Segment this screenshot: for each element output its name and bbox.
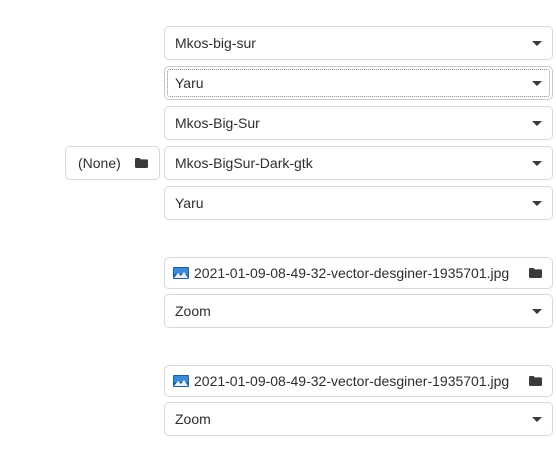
- sound-theme-dropdown[interactable]: Yaru: [164, 186, 553, 220]
- folder-icon: [135, 158, 148, 168]
- folder-icon: [529, 268, 542, 278]
- background-adjustment-value: Zoom: [175, 303, 211, 319]
- icon-theme-value: Mkos-Big-Sur: [175, 115, 260, 131]
- applications-theme-value: Mkos-big-sur: [175, 35, 256, 51]
- image-file-icon: [173, 375, 189, 387]
- cursor-theme-dropdown[interactable]: Yaru: [164, 66, 553, 100]
- chevron-down-icon: [532, 81, 542, 86]
- shell-theme-dropdown[interactable]: Mkos-BigSur-Dark-gtk: [164, 146, 553, 180]
- cursor-theme-value: Yaru: [175, 75, 204, 91]
- lock-screen-adjustment-value: Zoom: [175, 411, 211, 427]
- background-image-chooser[interactable]: 2021-01-09-08-49-32-vector-desginer-1935…: [164, 257, 553, 289]
- appearance-settings-panel: Mkos-big-sur Yaru Mkos-Big-Sur (None) Mk…: [0, 0, 556, 476]
- lock-screen-file-name: 2021-01-09-08-49-32-vector-desginer-1935…: [194, 373, 510, 389]
- applications-theme-dropdown[interactable]: Mkos-big-sur: [164, 26, 553, 60]
- chevron-down-icon: [532, 161, 542, 166]
- lock-screen-adjustment-dropdown[interactable]: Zoom: [164, 402, 553, 436]
- chevron-down-icon: [532, 309, 542, 314]
- lock-screen-image-chooser[interactable]: 2021-01-09-08-49-32-vector-desginer-1935…: [164, 365, 553, 397]
- shell-theme-none-label: (None): [78, 155, 121, 171]
- chevron-down-icon: [532, 201, 542, 206]
- background-adjustment-dropdown[interactable]: Zoom: [164, 294, 553, 328]
- image-file-icon: [173, 267, 189, 279]
- shell-theme-value: Mkos-BigSur-Dark-gtk: [175, 155, 313, 171]
- chevron-down-icon: [532, 121, 542, 126]
- chevron-down-icon: [532, 417, 542, 422]
- background-file-name: 2021-01-09-08-49-32-vector-desginer-1935…: [194, 265, 510, 281]
- sound-theme-value: Yaru: [175, 195, 204, 211]
- chevron-down-icon: [532, 41, 542, 46]
- shell-theme-file-button[interactable]: (None): [65, 146, 160, 180]
- icon-theme-dropdown[interactable]: Mkos-Big-Sur: [164, 106, 553, 140]
- folder-icon: [529, 376, 542, 386]
